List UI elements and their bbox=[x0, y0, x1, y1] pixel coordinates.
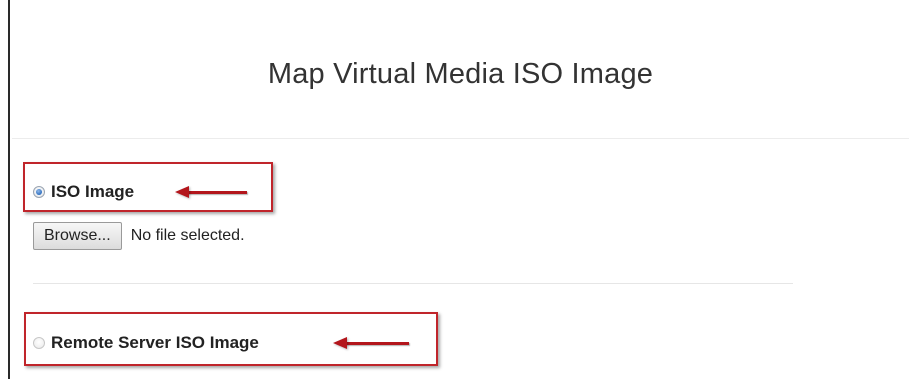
file-status-text: No file selected. bbox=[130, 227, 245, 244]
remote-server-radio-button[interactable] bbox=[33, 337, 45, 349]
remote-server-radio-option[interactable]: Remote Server ISO Image bbox=[33, 333, 259, 353]
file-picker-row: Browse... No file selected. bbox=[33, 222, 245, 250]
browse-button[interactable]: Browse... bbox=[33, 222, 122, 250]
iso-option-annotation-arrow-icon bbox=[175, 186, 247, 198]
remote-option-annotation-arrow-icon bbox=[333, 337, 409, 349]
section-divider bbox=[33, 283, 793, 284]
left-border-rule bbox=[8, 0, 10, 379]
iso-image-label: ISO Image bbox=[51, 182, 135, 201]
remote-server-label: Remote Server ISO Image bbox=[51, 333, 259, 352]
iso-image-radio-option[interactable]: ISO Image bbox=[33, 182, 134, 202]
dialog-title: Map Virtual Media ISO Image bbox=[267, 58, 654, 90]
iso-image-radio-button[interactable] bbox=[33, 186, 45, 198]
